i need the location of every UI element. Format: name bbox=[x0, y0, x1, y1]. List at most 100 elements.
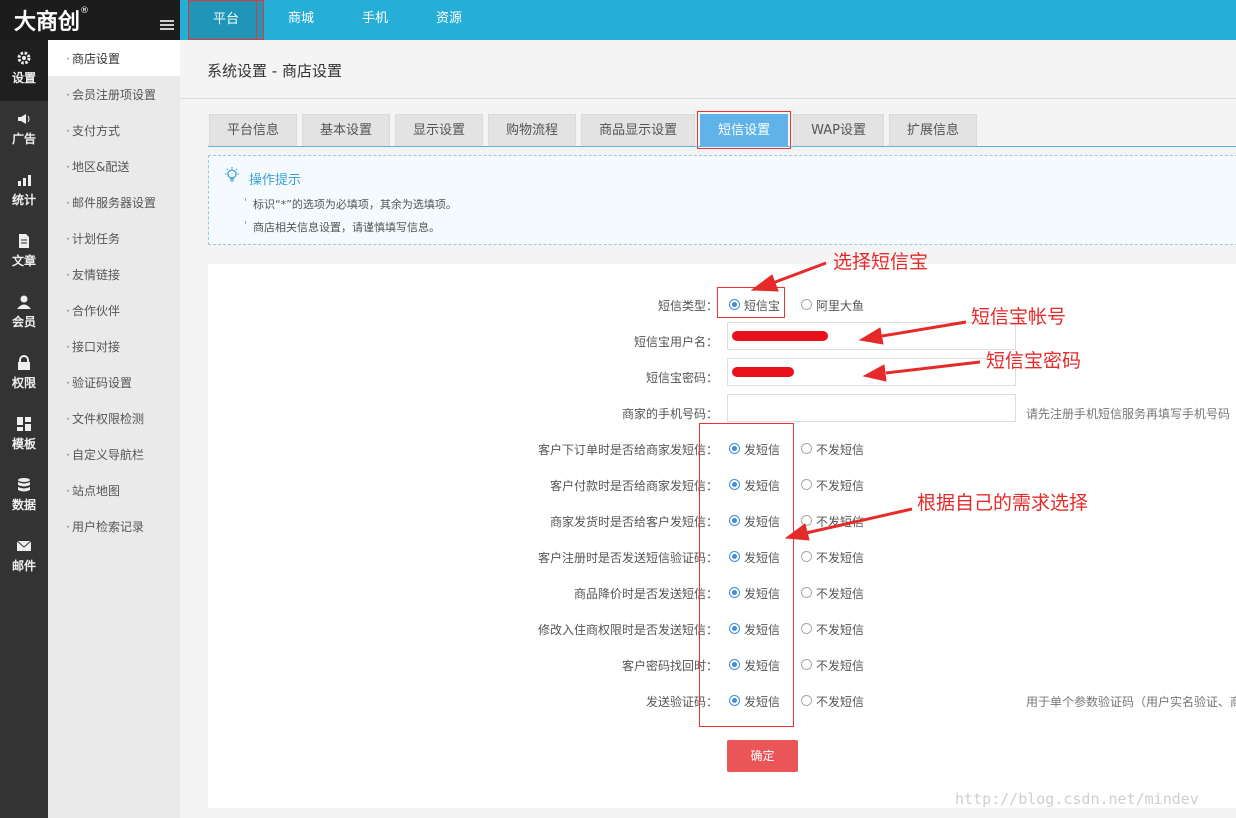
topnav-item-mobile[interactable]: 手机 bbox=[338, 0, 412, 40]
annotation-password: 短信宝密码 bbox=[986, 350, 1082, 372]
radio-no-send[interactable]: 不发短信 bbox=[801, 477, 864, 494]
annotation-box bbox=[717, 287, 785, 318]
field-label: 客户付款时是否给商家发短信： bbox=[549, 479, 718, 493]
tab-sms[interactable]: 短信设置 bbox=[697, 111, 792, 149]
iconbar-item-data[interactable]: 数据 bbox=[0, 467, 48, 528]
submenu-item[interactable]: 友情链接 bbox=[48, 256, 180, 294]
phone-input[interactable] bbox=[727, 394, 1016, 422]
radio-no-send[interactable]: 不发短信 bbox=[801, 513, 864, 530]
menu-toggle-icon[interactable] bbox=[160, 20, 174, 32]
tab-extended[interactable]: 扩展信息 bbox=[888, 114, 977, 146]
iconbar-item-articles[interactable]: 文章 bbox=[0, 223, 48, 284]
logo-area: 大商创® bbox=[0, 0, 180, 40]
radio-ali-dayu[interactable]: 阿里大鱼 bbox=[801, 297, 864, 314]
divider bbox=[180, 98, 1236, 99]
hint-line: 商店相关信息设置，请谨慎填写信息。 bbox=[244, 219, 440, 235]
database-icon bbox=[18, 478, 30, 492]
field-label: 客户下订单时是否给商家发短信： bbox=[537, 443, 718, 457]
top-bar: 大商创® 平台 商城 手机 资源 bbox=[0, 0, 1236, 40]
tab-basic[interactable]: 基本设置 bbox=[302, 114, 391, 146]
watermark: http://blog.csdn.net/mindev bbox=[955, 790, 1199, 808]
submenu-item[interactable]: 支付方式 bbox=[48, 112, 180, 150]
annotation-account: 短信宝帐号 bbox=[971, 306, 1067, 328]
submenu-item[interactable]: 站点地图 bbox=[48, 472, 180, 510]
iconbar-label: 模板 bbox=[11, 437, 36, 451]
field-label: 商品降价时是否发送短信： bbox=[573, 587, 718, 601]
annotation-box bbox=[699, 423, 794, 727]
tab-shopping-flow[interactable]: 购物流程 bbox=[488, 114, 577, 146]
iconbar-item-settings[interactable]: 设置 bbox=[0, 40, 48, 101]
iconbar-label: 数据 bbox=[11, 498, 36, 512]
grid-icon bbox=[17, 417, 31, 431]
icon-sidebar: 设置 广告 统计 文章 会员 权限 模板 数据 邮件 bbox=[0, 40, 48, 818]
iconbar-label: 广告 bbox=[11, 132, 36, 146]
submenu-item[interactable]: 邮件服务器设置 bbox=[48, 184, 180, 222]
submenu-item[interactable]: 合作伙伴 bbox=[48, 292, 180, 330]
submit-button[interactable]: 确定 bbox=[727, 740, 798, 772]
redaction-mark bbox=[732, 331, 828, 341]
iconbar-item-templates[interactable]: 模板 bbox=[0, 406, 48, 467]
iconbar-label: 统计 bbox=[11, 193, 36, 207]
iconbar-item-stats[interactable]: 统计 bbox=[0, 162, 48, 223]
tab-display[interactable]: 显示设置 bbox=[395, 114, 484, 146]
field-label: 商家发货时是否给客户发短信： bbox=[549, 515, 718, 529]
tab-wap[interactable]: WAP设置 bbox=[793, 114, 884, 146]
submenu-item[interactable]: 会员注册项设置 bbox=[48, 76, 180, 114]
iconbar-item-members[interactable]: 会员 bbox=[0, 284, 48, 345]
hint-box: 操作提示 标识“*”的选项为必填项，其余为选填项。 商店相关信息设置，请谨慎填写… bbox=[208, 155, 1236, 245]
iconbar-item-ads[interactable]: 广告 bbox=[0, 101, 48, 162]
submenu-item[interactable]: 自定义导航栏 bbox=[48, 436, 180, 474]
iconbar-item-mail[interactable]: 邮件 bbox=[0, 528, 48, 589]
submenu-item[interactable]: 用户检索记录 bbox=[48, 508, 180, 546]
iconbar-label: 文章 bbox=[11, 254, 36, 268]
breadcrumb: 系统设置 - 商店设置 bbox=[207, 62, 342, 80]
iconbar-label: 权限 bbox=[11, 376, 36, 390]
radio-no-send[interactable]: 不发短信 bbox=[801, 441, 864, 458]
radio-no-send[interactable]: 不发短信 bbox=[801, 549, 864, 566]
submenu-item[interactable]: 验证码设置 bbox=[48, 364, 180, 402]
chart-icon bbox=[18, 175, 31, 186]
redaction-mark bbox=[732, 367, 794, 377]
mail-icon bbox=[16, 540, 32, 551]
tab-platform-info[interactable]: 平台信息 bbox=[209, 114, 298, 146]
submenu-item[interactable]: 商店设置 bbox=[48, 40, 180, 78]
submenu-item[interactable]: 地区&配送 bbox=[48, 148, 180, 186]
field-label: 商家的手机号码： bbox=[621, 407, 718, 421]
field-label: 客户注册时是否发送短信验证码： bbox=[537, 551, 718, 565]
radio-no-send[interactable]: 不发短信 bbox=[801, 585, 864, 602]
field-label: 修改入住商权限时是否发送短信： bbox=[537, 623, 718, 637]
username-row: 短信宝用户名： bbox=[208, 322, 1236, 351]
lock-icon bbox=[18, 355, 30, 370]
lightbulb-icon bbox=[225, 167, 239, 182]
document-icon bbox=[19, 234, 29, 248]
iconbar-label: 邮件 bbox=[11, 559, 36, 573]
tabs-underline bbox=[208, 146, 1236, 147]
radio-no-send[interactable]: 不发短信 bbox=[801, 693, 864, 710]
field-label: 短信类型： bbox=[657, 299, 718, 313]
phone-row: 商家的手机号码： 请先注册手机短信服务再填写手机号码 bbox=[208, 394, 1236, 423]
verify-code-tip: 用于单个参数验证码（用户实名验证、商 bbox=[1026, 695, 1236, 709]
user-icon bbox=[17, 295, 31, 309]
logo[interactable]: 大商创® bbox=[14, 4, 89, 36]
iconbar-item-permissions[interactable]: 权限 bbox=[0, 345, 48, 406]
settings-tabs: 平台信息 基本设置 显示设置 购物流程 商品显示设置 短信设置 WAP设置 扩展… bbox=[209, 111, 982, 149]
hint-line: 标识“*”的选项为必填项，其余为选填项。 bbox=[244, 196, 457, 212]
iconbar-label: 会员 bbox=[11, 315, 36, 329]
tab-product-display[interactable]: 商品显示设置 bbox=[581, 114, 696, 146]
password-row: 短信宝密码： bbox=[208, 358, 1236, 387]
iconbar-label: 设置 bbox=[11, 71, 36, 85]
password-input[interactable] bbox=[727, 358, 1016, 386]
topnav-item-resources[interactable]: 资源 bbox=[412, 0, 486, 40]
submenu-item[interactable]: 文件权限检测 bbox=[48, 400, 180, 438]
submenu-item[interactable]: 计划任务 bbox=[48, 220, 180, 258]
annotation-choose-needs: 根据自己的需求选择 bbox=[917, 492, 1089, 514]
radio-no-send[interactable]: 不发短信 bbox=[801, 657, 864, 674]
field-label: 短信宝用户名： bbox=[633, 335, 718, 349]
settings-submenu: 商店设置 会员注册项设置 支付方式 地区&配送 邮件服务器设置 计划任务 友情链… bbox=[48, 40, 180, 818]
annotation-box bbox=[188, 0, 257, 40]
radio-no-send[interactable]: 不发短信 bbox=[801, 621, 864, 638]
topnav-item-mall[interactable]: 商城 bbox=[264, 0, 338, 40]
megaphone-icon bbox=[18, 114, 30, 124]
submenu-item[interactable]: 接口对接 bbox=[48, 328, 180, 366]
hint-title: 操作提示 bbox=[249, 173, 302, 188]
